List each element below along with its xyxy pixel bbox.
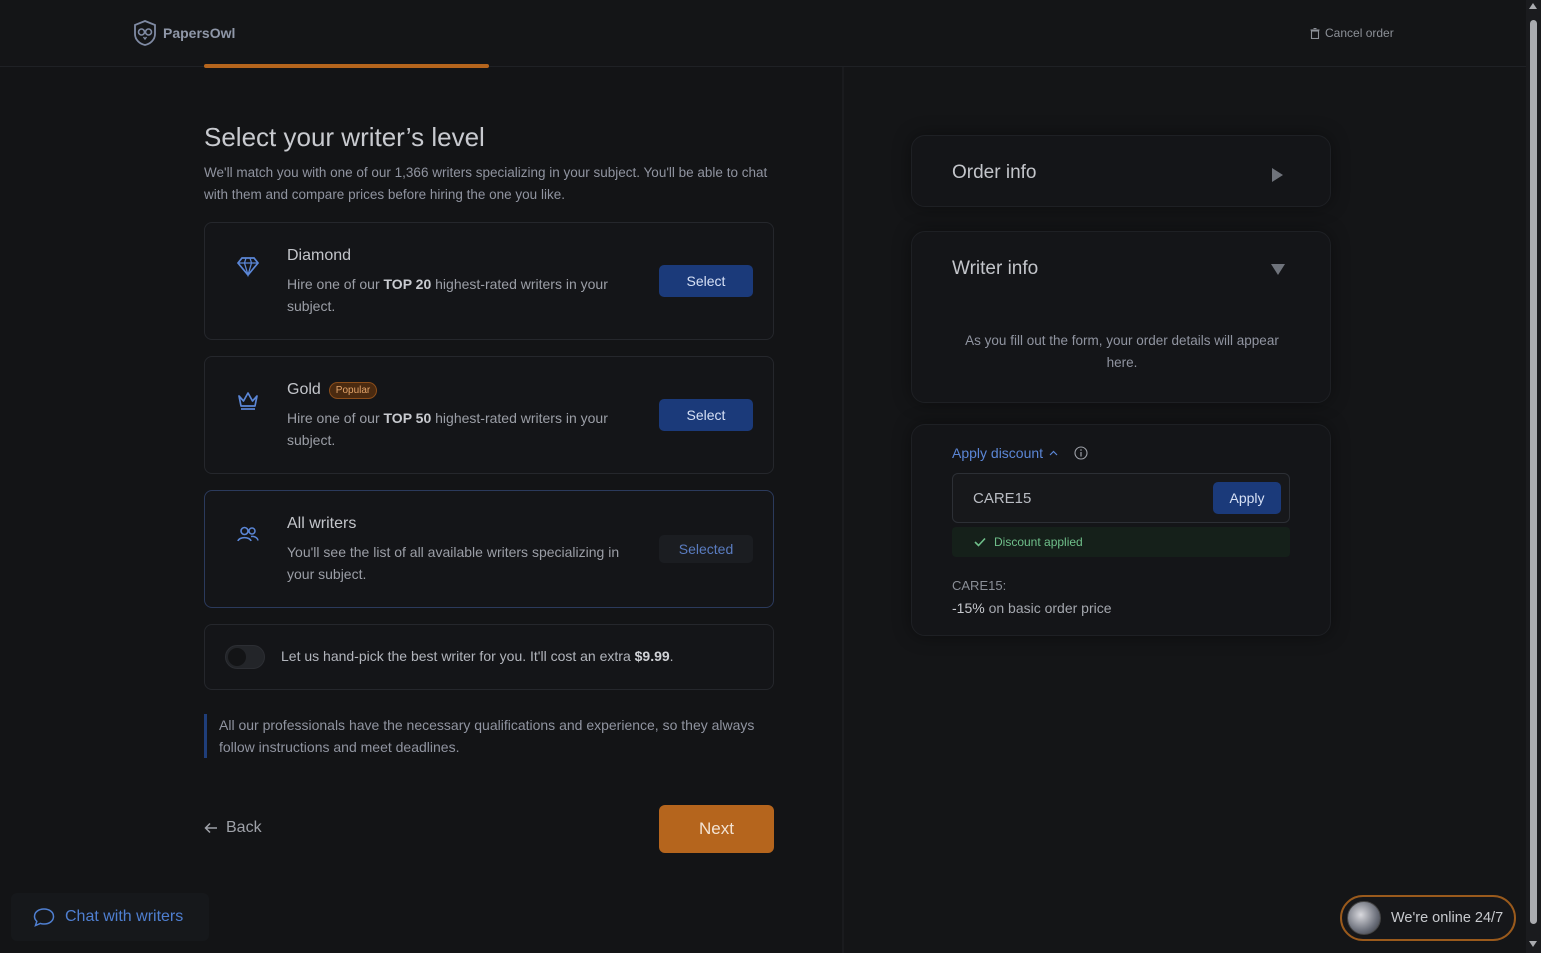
level-desc-pre: Hire one of our bbox=[287, 410, 384, 426]
cancel-order-button[interactable]: Cancel order bbox=[1310, 26, 1394, 40]
scroll-up-icon[interactable] bbox=[1529, 3, 1537, 9]
page-title: Select your writer’s level bbox=[204, 122, 485, 152]
handpick-toggle[interactable] bbox=[225, 645, 265, 669]
apply-button[interactable]: Apply bbox=[1213, 482, 1281, 514]
discount-description: -15% on basic order price bbox=[952, 600, 1112, 616]
level-description: Hire one of our TOP 20 highest-rated wri… bbox=[287, 273, 627, 317]
writer-info-panel[interactable]: Writer info As you fill out the form, yo… bbox=[911, 231, 1331, 403]
scroll-thumb[interactable] bbox=[1530, 20, 1537, 924]
chat-label: Chat with writers bbox=[65, 908, 184, 925]
writer-info-hint: As you fill out the form, your order det… bbox=[965, 333, 1279, 370]
level-desc-bold: TOP 20 bbox=[383, 276, 432, 292]
level-desc-bold: TOP 50 bbox=[383, 410, 432, 426]
apply-discount-label: Apply discount bbox=[952, 445, 1044, 461]
brand-name: PapersOwl bbox=[163, 25, 236, 41]
online-label: We're online 24/7 bbox=[1391, 910, 1504, 926]
qualification-note: All our professionals have the necessary… bbox=[204, 714, 774, 758]
discount-status: Discount applied bbox=[952, 527, 1290, 557]
apply-discount-toggle[interactable]: Apply discount bbox=[952, 445, 1088, 461]
caret-right-icon bbox=[1272, 168, 1283, 182]
writer-info-title: Writer info bbox=[952, 258, 1039, 279]
discount-panel: Apply discount CARE15 Apply Discount app… bbox=[911, 424, 1331, 636]
level-card-all-writers[interactable]: All writers You'll see the list of all a… bbox=[204, 490, 774, 608]
handpick-price: $9.99 bbox=[634, 648, 670, 664]
order-info-title: Order info bbox=[952, 162, 1037, 183]
select-gold-button[interactable]: Select bbox=[659, 399, 753, 431]
info-icon[interactable] bbox=[1074, 446, 1088, 460]
chevron-up-icon bbox=[1049, 450, 1058, 456]
level-card-gold[interactable]: Gold Popular Hire one of our TOP 50 high… bbox=[204, 356, 774, 474]
discount-code-value: CARE15 bbox=[973, 490, 1032, 507]
users-icon bbox=[235, 521, 261, 547]
arrow-left-icon bbox=[204, 822, 217, 834]
discount-amount: -15% bbox=[952, 600, 985, 616]
toggle-knob bbox=[228, 648, 246, 666]
discount-amount-desc: on basic order price bbox=[984, 600, 1112, 616]
level-desc-pre: Hire one of our bbox=[287, 276, 384, 292]
level-name: All writers bbox=[287, 515, 356, 533]
progress-bar bbox=[204, 64, 489, 68]
select-diamond-button[interactable]: Select bbox=[659, 265, 753, 297]
trash-icon bbox=[1310, 27, 1320, 39]
discount-code-input[interactable]: CARE15 Apply bbox=[952, 473, 1290, 523]
scrollbar[interactable] bbox=[1526, 0, 1541, 953]
level-name: Gold Popular bbox=[287, 381, 378, 399]
selected-all-writers-button[interactable]: Selected bbox=[659, 535, 753, 563]
handpick-text: Let us hand-pick the best writer for you… bbox=[281, 648, 674, 664]
order-info-panel[interactable]: Order info bbox=[911, 135, 1331, 207]
popular-badge: Popular bbox=[328, 381, 378, 399]
crown-icon bbox=[235, 387, 261, 413]
handpick-option: Let us hand-pick the best writer for you… bbox=[204, 624, 774, 690]
chat-with-writers-button[interactable]: Chat with writers bbox=[11, 893, 209, 941]
avatar bbox=[1347, 901, 1381, 935]
back-button[interactable]: Back bbox=[204, 819, 262, 837]
discount-code-label: CARE15: bbox=[952, 578, 1007, 593]
level-name-text: Diamond bbox=[287, 247, 352, 264]
caret-down-icon bbox=[1271, 264, 1285, 275]
handpick-text-main: Let us hand-pick the best writer for you… bbox=[281, 648, 635, 664]
handpick-suffix: . bbox=[669, 648, 674, 664]
level-description: You'll see the list of all available wri… bbox=[287, 544, 620, 582]
diamond-icon bbox=[235, 253, 261, 279]
next-button[interactable]: Next bbox=[659, 805, 774, 853]
back-label: Back bbox=[226, 819, 262, 836]
level-card-diamond[interactable]: Diamond Hire one of our TOP 20 highest-r… bbox=[204, 222, 774, 340]
level-name-text: Gold bbox=[287, 381, 321, 398]
page-subtitle: We'll match you with one of our 1,366 wr… bbox=[204, 165, 768, 202]
scroll-down-icon[interactable] bbox=[1529, 941, 1537, 947]
level-name-text: All writers bbox=[287, 515, 357, 532]
discount-status-text: Discount applied bbox=[994, 535, 1083, 549]
online-support-button[interactable]: We're online 24/7 bbox=[1340, 895, 1516, 941]
owl-logo-icon bbox=[134, 20, 156, 46]
top-bar: PapersOwl Cancel order bbox=[0, 0, 1526, 67]
level-name: Diamond bbox=[287, 247, 351, 265]
brand-logo[interactable]: PapersOwl bbox=[133, 20, 235, 46]
level-description: Hire one of our TOP 50 highest-rated wri… bbox=[287, 407, 627, 451]
check-icon bbox=[974, 537, 986, 547]
cancel-order-label: Cancel order bbox=[1325, 26, 1394, 40]
chat-bubble-icon bbox=[33, 908, 55, 927]
